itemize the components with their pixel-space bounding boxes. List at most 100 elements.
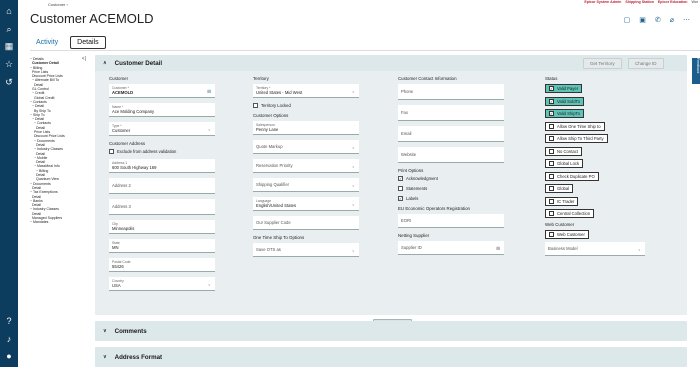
attachment-icon[interactable]: ⌀ (670, 16, 674, 24)
eori-field[interactable]: EORI (398, 214, 504, 228)
status-checkbox[interactable]: No Contact (545, 146, 582, 156)
phone-icon[interactable]: ✆ (655, 16, 661, 24)
chevron-down-icon: ⌄ (351, 144, 355, 149)
status-checkbox[interactable]: IC Trader (545, 196, 579, 206)
bell-icon[interactable]: ♪ (4, 334, 14, 344)
website-field[interactable]: Website (398, 147, 504, 163)
labels-checkbox[interactable]: ✓ Labels (398, 196, 504, 201)
reservation-priority-select[interactable]: Reservation Priority ⌄ (253, 159, 359, 173)
business-model-select[interactable]: Business Model ⌄ (545, 242, 645, 256)
collapse-tree-icon[interactable]: <| (82, 56, 86, 61)
statements-checkbox[interactable]: Statements (398, 186, 504, 191)
options-heading: Customer Options (253, 113, 289, 118)
lookup-icon[interactable]: ▤ (496, 245, 500, 250)
checkbox-icon: ✓ (549, 111, 554, 116)
chevron-down-icon: ∨ (103, 354, 107, 360)
section-header[interactable]: ∨ Address Format (95, 347, 687, 367)
state-field[interactable]: State MN (109, 239, 215, 253)
address3-field[interactable]: Address 3 (109, 199, 215, 215)
chevron-up-icon: ∧ (103, 60, 107, 66)
acknowledgment-checkbox[interactable]: ✓ Acknowledgment (398, 176, 504, 181)
status-label: Central Collection (557, 211, 591, 216)
city-field[interactable]: City Minneapolis (109, 220, 215, 234)
type-select[interactable]: Type * Customer ⌄ (109, 122, 215, 136)
chevron-down-icon: ⌄ (207, 281, 211, 286)
eori-heading: EU Economic Operators Registration (398, 206, 470, 211)
top-link-education[interactable]: Epicor Education (658, 0, 688, 4)
status-label: Check Duplicate PO (557, 173, 595, 179)
search-icon[interactable]: ⌕ (4, 24, 14, 34)
section-header[interactable]: ∨ Comments (95, 321, 687, 341)
tree-item[interactable]: − Mandates (30, 220, 86, 224)
get-territory-button[interactable]: Get Territory (583, 58, 622, 69)
history-icon[interactable]: ↺ (4, 77, 14, 87)
status-label: Valid ShipTo (557, 111, 580, 116)
status-checkbox[interactable]: Global (545, 184, 574, 193)
phone-field[interactable]: Phone (398, 84, 504, 100)
checkbox-icon (549, 123, 554, 129)
name-field[interactable]: Name * Ace Molding Company (109, 103, 215, 117)
left-nav: ⌂ ⌕ ▦ ☆ ↺ ? ♪ ● (0, 0, 18, 367)
exclude-validation-checkbox[interactable]: Exclude from address validation (109, 149, 215, 154)
status-checkbox[interactable]: ✓ Valid SoldTo (545, 96, 584, 106)
customer-id-field[interactable]: Customer * ACEMOLD ▤ (109, 84, 215, 98)
address-heading: Customer Address (109, 141, 146, 146)
netting-heading: Netting Supplier (398, 233, 430, 238)
postal-code-field[interactable]: Postal Code 55426 (109, 258, 215, 272)
tab-activity[interactable]: Activity (30, 37, 64, 48)
contact-card-icon[interactable]: ▤ (207, 88, 211, 93)
help-icon[interactable]: ? (4, 316, 14, 326)
chevron-down-icon: ⌄ (351, 163, 355, 168)
layout-icon[interactable]: ▣ (639, 16, 646, 24)
home-icon[interactable]: ⌂ (4, 6, 14, 16)
status-checkbox[interactable]: ✓ Valid Payer (545, 84, 583, 93)
checkbox-icon (549, 173, 554, 179)
feedback-tab[interactable]: Feedback (692, 58, 700, 84)
language-select[interactable]: Language English/United States ⌄ (253, 197, 359, 211)
chevron-down-icon: ⌄ (637, 246, 641, 251)
status-checkbox[interactable]: Allow Ship To Third Party (545, 134, 608, 143)
print-options-heading: Print Options (398, 168, 424, 173)
apps-grid-icon[interactable]: ▦ (4, 41, 14, 51)
status-checkbox[interactable]: Check Duplicate PO (545, 171, 599, 181)
checkbox-icon (549, 148, 554, 154)
quote-markup-select[interactable]: Quote Markup ⌄ (253, 140, 359, 154)
top-link-shipping[interactable]: Shipping Station (625, 0, 654, 4)
customer-column: Customer Customer * ACEMOLD ▤ Name * Ace Mo… (109, 76, 215, 296)
chevron-down-icon: ⌄ (351, 247, 355, 252)
user-icon[interactable]: ● (4, 351, 14, 361)
change-id-button[interactable]: Change ID (628, 58, 664, 69)
breadcrumb[interactable]: Customer › (48, 2, 68, 7)
chevron-down-icon: ∨ (103, 328, 107, 334)
territory-locked-checkbox[interactable]: Territory Locked (253, 103, 359, 108)
territory-heading: Territory (253, 76, 269, 81)
star-icon[interactable]: ☆ (4, 59, 14, 69)
top-link-admin[interactable]: Epicor System Admin (584, 0, 621, 4)
territory-select[interactable]: Territory * United States - Mid West ⌄ (253, 84, 359, 98)
email-field[interactable]: Email (398, 126, 504, 142)
status-checkbox[interactable]: Allow One Time Ship to (545, 121, 605, 131)
salesperson-field[interactable]: Salesperson Penny Lane (253, 121, 359, 135)
document-icon[interactable]: ▢ (624, 16, 631, 24)
status-checkbox[interactable]: ✓ Valid ShipTo (545, 109, 584, 118)
status-checkbox[interactable]: Central Collection (545, 209, 595, 218)
status-label: Global Lock (557, 161, 580, 166)
page-title: Customer ACEMOLD (30, 11, 154, 26)
address1-field[interactable]: Address 1 600 South Highway 169 (109, 159, 215, 173)
fax-field[interactable]: Fax (398, 105, 504, 121)
country-select[interactable]: Country USA ⌄ (109, 277, 215, 291)
tab-details[interactable]: Details (70, 36, 106, 49)
more-icon[interactable]: ⋯ (683, 16, 690, 24)
status-column: Status ✓ Valid Payer ✓ Valid SoldTo ✓ Valid S… (545, 76, 655, 261)
territory-column: Territory Territory * United States - Mid… (253, 76, 359, 262)
web-customer-checkbox[interactable]: Web Customer (545, 229, 589, 239)
save-ots-select[interactable]: Save OTS as ⌄ (253, 243, 359, 257)
status-label: IC Trader (557, 198, 575, 204)
shipping-qualifier-select[interactable]: Shipping Qualifier ⌄ (253, 178, 359, 192)
status-checkbox[interactable]: Global Lock (545, 159, 584, 168)
top-link-more[interactable]: Wor (691, 0, 698, 4)
supplier-code-field[interactable]: Our Supplier Code (253, 216, 359, 230)
supplier-id-field[interactable]: Supplier ID ▤ (398, 241, 504, 255)
address2-field[interactable]: Address 2 (109, 178, 215, 194)
ots-heading: One Time Ship To Options (253, 235, 305, 240)
